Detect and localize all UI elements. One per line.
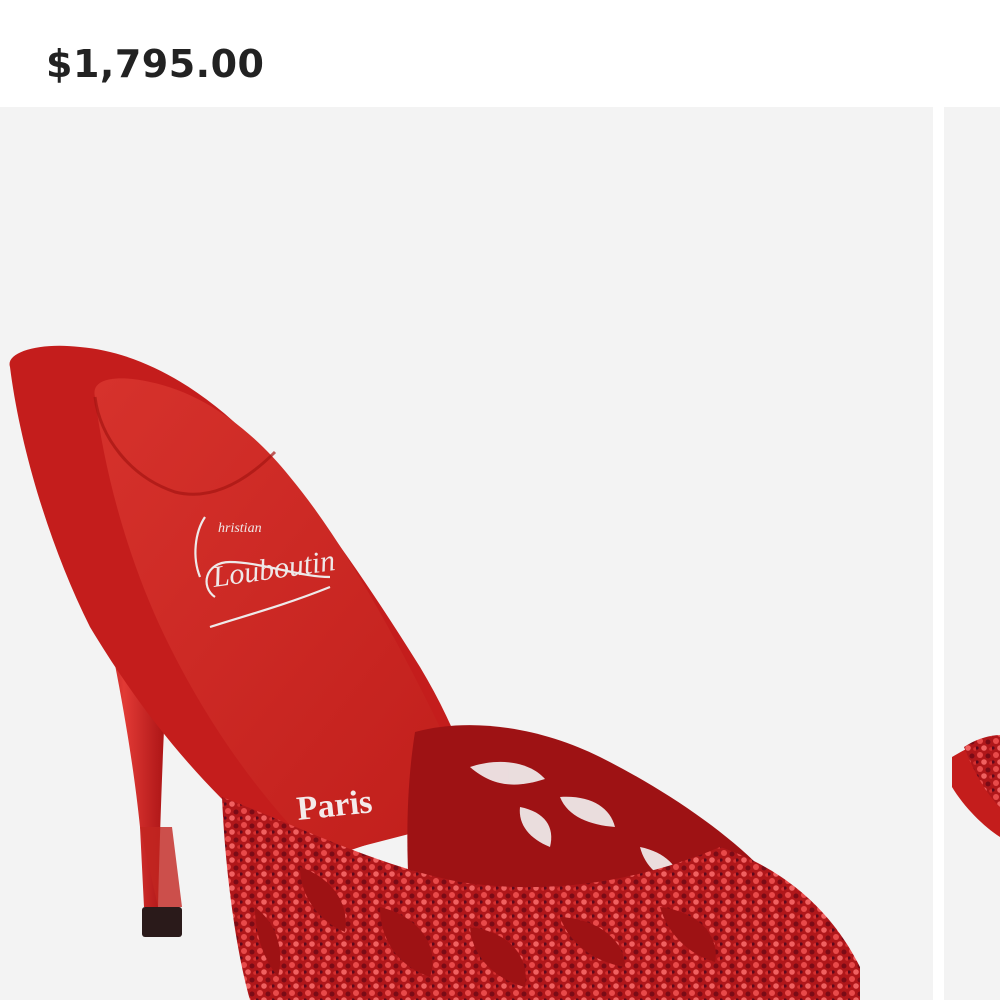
product-image-main[interactable]: hristian Louboutin Paris <box>0 107 933 1000</box>
product-image-next[interactable] <box>944 107 1000 1000</box>
insole-paris-text: Paris <box>295 783 374 828</box>
image-gallery: hristian Louboutin Paris <box>0 107 1000 1000</box>
heel-tip <box>142 907 182 937</box>
shoe-illustration-partial <box>952 735 1000 837</box>
product-price: $1,795.00 <box>46 42 265 86</box>
shoe-illustration: hristian Louboutin Paris <box>9 345 860 1000</box>
brand-logo-line1: hristian <box>218 521 262 536</box>
